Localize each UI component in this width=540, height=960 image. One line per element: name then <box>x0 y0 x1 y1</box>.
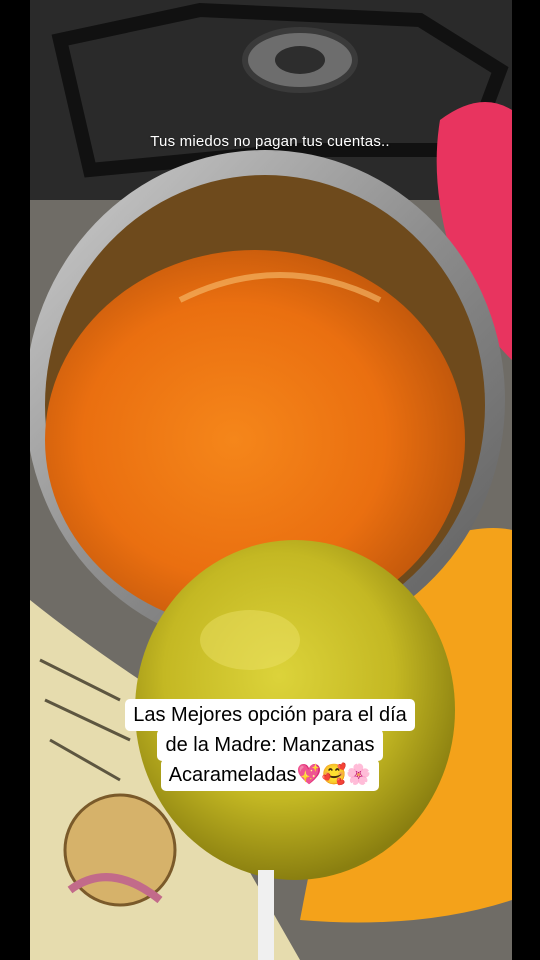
caption-block: Las Mejores opción para el día de la Mad… <box>0 699 540 791</box>
bear-drawing <box>63 793 177 907</box>
caption-line-1: Las Mejores opción para el día <box>125 699 415 731</box>
apple-stick <box>258 870 274 960</box>
caption-line-2: de la Madre: Manzanas <box>157 729 383 761</box>
video-frame: Tus miedos no pagan tus cuentas.. Las Me… <box>0 0 540 960</box>
caption-line-3: Acarameladas💖🥰🌸 <box>160 759 380 791</box>
top-caption: Tus miedos no pagan tus cuentas.. <box>150 133 390 150</box>
